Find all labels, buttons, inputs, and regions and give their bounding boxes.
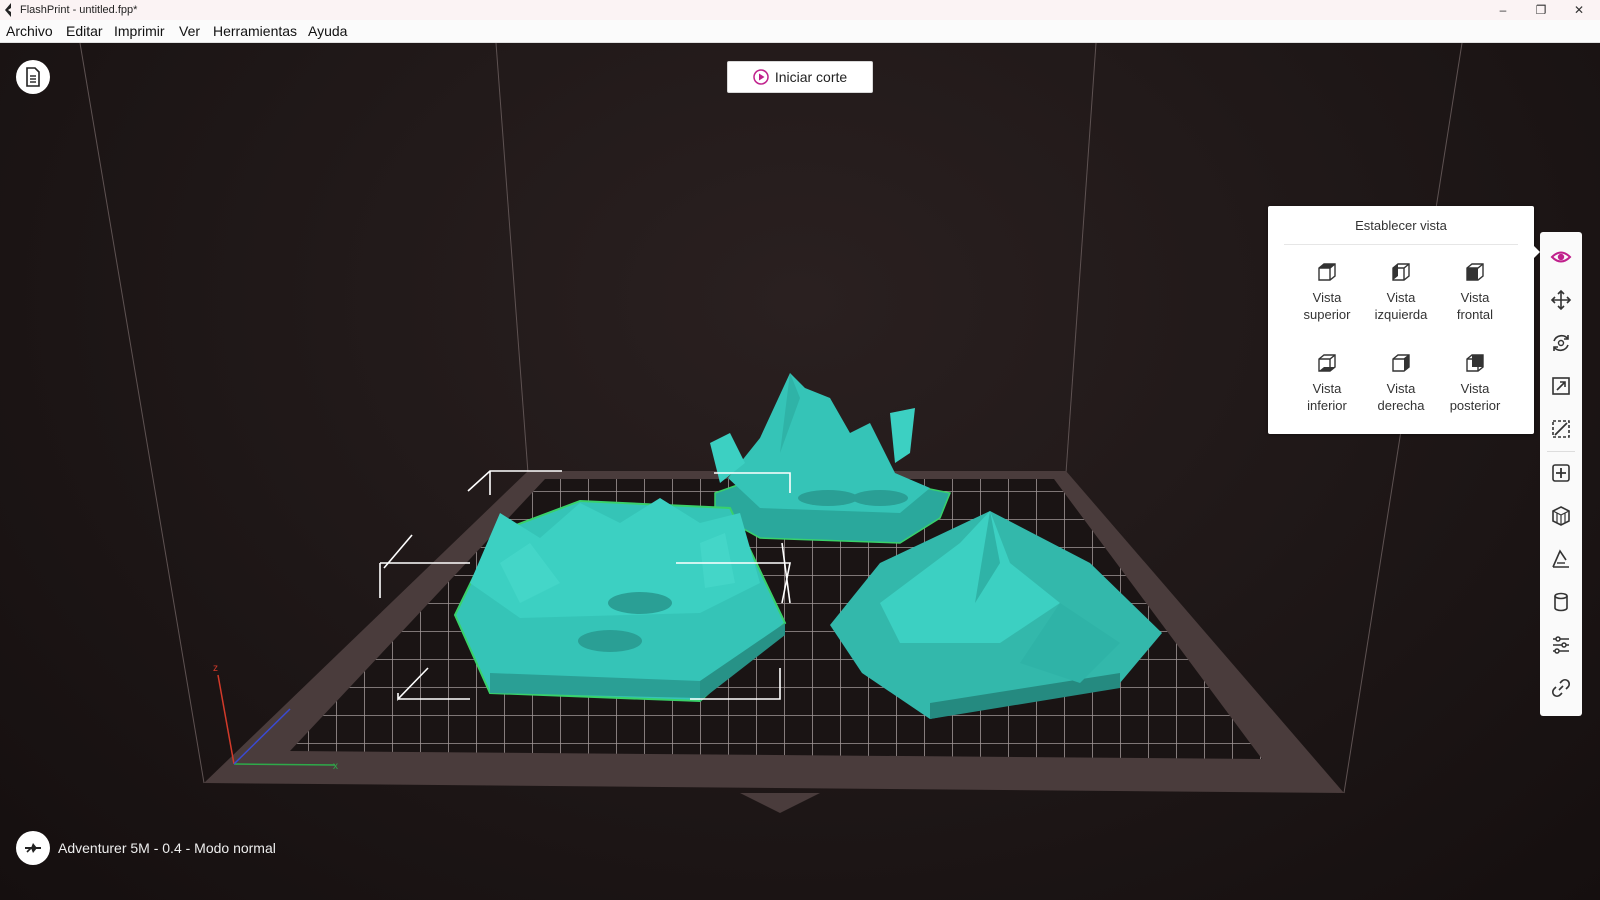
bottom-view-button[interactable]: Vista inferior <box>1291 352 1363 432</box>
back-view-line1: Vista <box>1460 381 1490 396</box>
scale-icon <box>1552 377 1570 395</box>
printer-status: Adventurer 5M - 0.4 - Modo normal <box>16 831 276 865</box>
printer-nozzle-icon <box>25 843 41 853</box>
axis-label-z: z <box>213 663 218 674</box>
set-view-popup: Establecer vista Vista superior Vista iz… <box>1268 206 1540 434</box>
window-title: FlashPrint - untitled.fpp* <box>20 4 138 16</box>
title-bar: FlashPrint - untitled.fpp* – ❐ ✕ <box>0 0 1600 20</box>
document-icon <box>26 67 40 87</box>
cylinder-icon <box>1554 592 1568 612</box>
extrude-icon <box>1552 506 1570 526</box>
front-view-button[interactable]: Vista frontal <box>1439 261 1511 341</box>
start-slicing-label: Iniciar corte <box>774 69 848 85</box>
add-support-tool-button[interactable] <box>1540 454 1582 492</box>
measure-icon <box>1552 549 1569 568</box>
menu-imprimir[interactable]: Imprimir <box>114 23 165 39</box>
front-view-line1: Vista <box>1460 290 1490 305</box>
right-view-icon <box>1392 354 1410 372</box>
scale-tool-button[interactable] <box>1540 367 1582 405</box>
minimize-button[interactable]: – <box>1484 0 1522 20</box>
start-slicing-button[interactable]: Iniciar corte <box>727 61 873 93</box>
toolbar-separator <box>1547 451 1575 452</box>
menu-herramientas[interactable]: Herramientas <box>213 23 297 39</box>
link-tool-button[interactable] <box>1540 669 1582 707</box>
rotate-icon <box>1553 334 1569 352</box>
move-icon <box>1550 289 1572 311</box>
model-mountain-back[interactable] <box>710 373 952 544</box>
top-view-icon <box>1318 263 1336 281</box>
eye-icon <box>1550 251 1572 263</box>
top-view-line2: superior <box>1303 307 1351 322</box>
link-icon <box>1551 678 1571 698</box>
document-button[interactable] <box>16 60 50 94</box>
extrude-tool-button[interactable] <box>1540 497 1582 535</box>
view-tool-button[interactable] <box>1540 238 1582 276</box>
menu-ayuda[interactable]: Ayuda <box>308 23 347 39</box>
bottom-view-line1: Vista <box>1312 381 1342 396</box>
cut-tool-button[interactable] <box>1540 410 1582 448</box>
menu-archivo[interactable]: Archivo <box>6 23 53 39</box>
back-view-line2: posterior <box>1449 398 1501 413</box>
printer-status-text: Adventurer 5M - 0.4 - Modo normal <box>58 840 276 856</box>
cylinder-tool-button[interactable] <box>1540 583 1582 621</box>
front-view-icon <box>1466 263 1484 281</box>
right-view-button[interactable]: Vista derecha <box>1365 352 1437 432</box>
menu-ver[interactable]: Ver <box>179 23 200 39</box>
play-icon <box>753 69 769 85</box>
menu-bar: Archivo Editar Imprimir Ver Herramientas… <box>0 20 1600 43</box>
close-button[interactable]: ✕ <box>1560 0 1598 20</box>
model-jungle-selected[interactable] <box>453 498 787 703</box>
right-view-line2: derecha <box>1377 398 1425 413</box>
plate-notch <box>740 793 820 813</box>
printer-select-button[interactable] <box>16 831 50 865</box>
left-view-button[interactable]: Vista izquierda <box>1365 261 1437 341</box>
bottom-view-line2: inferior <box>1307 398 1347 413</box>
back-view-icon <box>1466 354 1484 372</box>
restore-button[interactable]: ❐ <box>1522 0 1560 20</box>
3d-viewport[interactable]: x z Iniciar corte Adventurer 5M - 0.4 - … <box>0 43 1600 900</box>
measure-tool-button[interactable] <box>1540 540 1582 578</box>
rotate-tool-button[interactable] <box>1540 324 1582 362</box>
bottom-view-icon <box>1318 354 1336 372</box>
axis-label-x: x <box>333 761 338 772</box>
add-support-icon <box>1552 464 1570 482</box>
left-view-line2: izquierda <box>1374 307 1428 322</box>
settings-tool-button[interactable] <box>1540 626 1582 664</box>
flashprint-logo-icon <box>5 3 11 17</box>
cut-icon <box>1552 420 1570 438</box>
build-scene: x z <box>79 43 1463 813</box>
left-view-line1: Vista <box>1386 290 1416 305</box>
move-tool-button[interactable] <box>1540 281 1582 319</box>
top-view-button[interactable]: Vista superior <box>1291 261 1363 341</box>
settings-sliders-icon <box>1553 636 1569 654</box>
right-toolbar <box>1540 232 1582 716</box>
right-view-line1: Vista <box>1386 381 1416 396</box>
front-view-line2: frontal <box>1456 307 1494 322</box>
popup-divider <box>1284 244 1518 245</box>
top-view-line1: Vista <box>1312 290 1342 305</box>
left-view-icon <box>1392 263 1410 281</box>
back-view-button[interactable]: Vista posterior <box>1439 352 1511 432</box>
menu-editar[interactable]: Editar <box>66 23 103 39</box>
popup-title: Establecer vista <box>1355 218 1447 233</box>
